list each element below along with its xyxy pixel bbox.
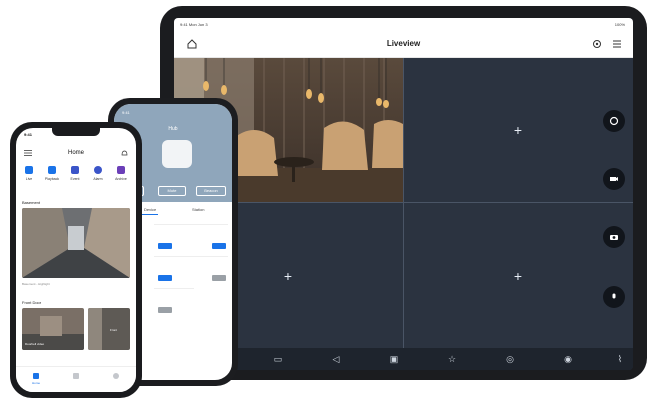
device-card[interactable] (188, 224, 228, 254)
nav-label: Event (70, 177, 80, 181)
section-title: Front Door (22, 300, 42, 305)
device-card-button[interactable] (212, 275, 226, 281)
screen-icon[interactable]: ▭ (272, 353, 284, 365)
camera-caption: Basement - Highlight (22, 282, 50, 286)
bottom-nav-item[interactable] (106, 373, 126, 381)
snapshot-button[interactable] (603, 226, 625, 248)
phone-front: 9:41 Home Live Playback Event Alarm Arch… (10, 122, 142, 398)
liveview-grid: + + + (174, 58, 633, 348)
camera-view-4[interactable]: + (404, 203, 633, 348)
layout-menu-icon[interactable] (611, 38, 623, 50)
add-camera-icon[interactable]: + (511, 269, 525, 283)
nav-alarm[interactable]: Alarm (87, 166, 109, 181)
bottom-nav-home[interactable]: Home (26, 373, 46, 385)
nav-label: Archive (115, 177, 127, 181)
device-card[interactable] (188, 256, 228, 286)
page-title: Liveview (386, 39, 421, 48)
basement-camera-view[interactable] (22, 208, 130, 278)
device-card-button[interactable] (158, 243, 172, 249)
nav-archive[interactable]: Archive (110, 166, 132, 181)
split-icon[interactable]: ▣ (388, 353, 400, 365)
nav-label: Live (25, 177, 33, 181)
tablet-status-bar: 9:41 Mon Jun 3 100% (174, 18, 633, 32)
status-time: 9:41 Mon Jun 3 (180, 22, 208, 27)
device-card[interactable] (154, 288, 194, 318)
devices-icon (73, 373, 79, 379)
side-camera-view[interactable]: Front (88, 308, 130, 350)
camera-view-2[interactable]: + (404, 58, 633, 202)
record-icon[interactable]: ◎ (504, 353, 516, 365)
talk-button[interactable] (603, 286, 625, 308)
bottom-nav-item[interactable] (66, 373, 86, 381)
battery-status: 100% (614, 22, 625, 27)
phone-notch (52, 128, 100, 136)
add-camera-icon[interactable]: + (281, 269, 295, 283)
nav-label: Playback (44, 177, 60, 181)
nav-event[interactable]: Event (64, 166, 86, 181)
live-icon (25, 166, 33, 174)
playback-icon (48, 166, 56, 174)
camera-icon (610, 235, 618, 240)
hub-device-image (162, 140, 192, 168)
gear-icon[interactable] (591, 38, 603, 50)
home-screen: 9:41 Home Live Playback Event Alarm Arch… (16, 128, 136, 392)
camera-label: Doorbell video (25, 342, 45, 346)
archive-icon (117, 166, 125, 174)
nav-label: Alarm (93, 177, 103, 181)
snapshot-icon[interactable]: ◉ (562, 353, 574, 365)
add-camera-icon[interactable]: + (511, 123, 525, 137)
mic-icon (612, 293, 616, 299)
liveview-toolbar: ▭ ◁ ▣ ☆ ◎ ◉ ⌇ (174, 348, 633, 370)
device-card-button[interactable] (158, 307, 172, 313)
more-icon[interactable]: ⌇ (614, 353, 626, 365)
ptz-icon (609, 116, 619, 126)
video-icon (610, 177, 618, 181)
home-icon (33, 373, 39, 379)
beacon-pill[interactable]: Beacon (196, 186, 226, 196)
bottom-nav: Home (16, 366, 136, 392)
ptz-button[interactable] (603, 110, 625, 132)
tab-indicator (142, 214, 158, 215)
tablet-header: Liveview (174, 32, 633, 58)
nav-live[interactable]: Live (18, 166, 40, 181)
status-time: 9:41 (122, 110, 130, 115)
front-door-camera-view[interactable]: Doorbell video (22, 308, 84, 350)
video-button[interactable] (603, 168, 625, 190)
speaker-icon[interactable]: ◁ (330, 353, 342, 365)
mute-pill[interactable]: Mute (158, 186, 186, 196)
side-camera-image (88, 308, 130, 350)
street-camera-image (22, 208, 130, 278)
tab-station[interactable]: Station (192, 207, 204, 212)
device-card-button[interactable] (158, 275, 172, 281)
bottom-nav-label: Home (31, 381, 40, 385)
bell-icon[interactable] (121, 149, 128, 157)
grid-divider (403, 58, 404, 348)
tablet-screen: 9:41 Mon Jun 3 100% Liveview + + + ▭ ◁ ▣… (174, 18, 633, 370)
device-card-button[interactable] (212, 243, 226, 249)
home-title: Home (67, 150, 84, 156)
event-icon (71, 166, 79, 174)
nav-playback[interactable]: Playback (41, 166, 63, 181)
grid-divider (174, 202, 633, 203)
camera-label: Front (110, 328, 118, 332)
star-icon[interactable]: ☆ (446, 353, 458, 365)
tab-device[interactable]: Device (144, 207, 156, 212)
section-title: Basement (22, 200, 41, 205)
status-time: 9:41 (24, 132, 33, 137)
profile-icon (113, 373, 119, 379)
alarm-icon (94, 166, 102, 174)
